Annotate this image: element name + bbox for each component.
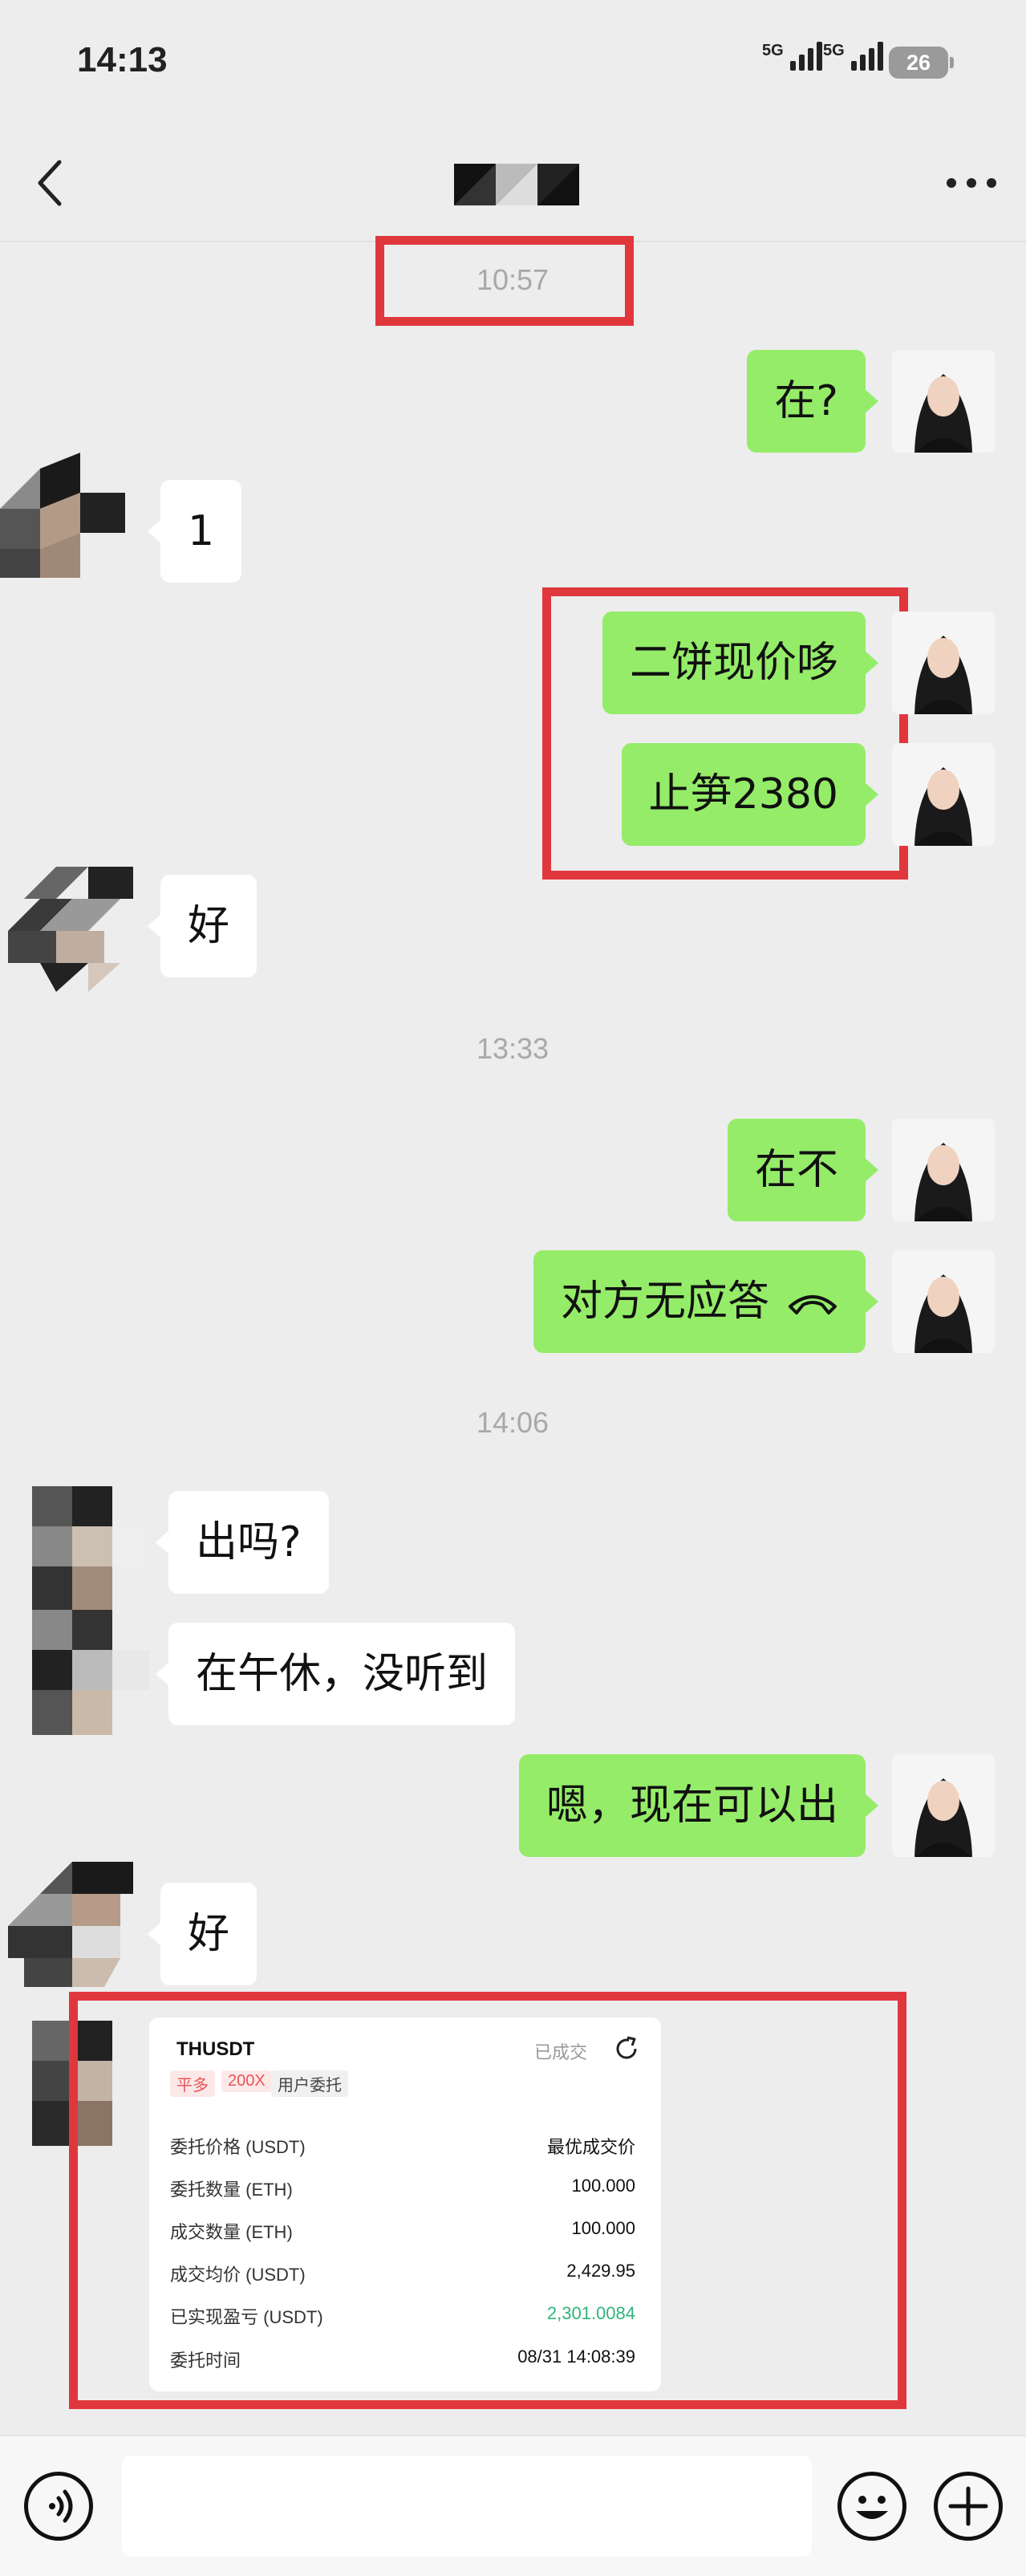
order-row-label: 成交均价 (USDT) (170, 2265, 306, 2285)
order-row-label: 委托价格 (USDT) (170, 2137, 306, 2157)
phone-hangup-icon (789, 1295, 837, 1314)
timestamp: 10:57 (476, 263, 549, 296)
avatar-me[interactable] (892, 743, 995, 846)
order-row-value: 2,301.0084 (546, 2303, 635, 2323)
order-row-value: 最优成交价 (546, 2137, 635, 2157)
order-row-value: 2,429.95 (566, 2261, 635, 2281)
order-row: 委托价格 (USDT) 最优成交价 (170, 2133, 635, 2159)
order-row-value: 100.000 (571, 2176, 635, 2196)
contact-avatar-mosaic[interactable] (454, 164, 579, 205)
order-row: 成交数量 (ETH) 100.000 (170, 2218, 635, 2244)
order-tag: 用户委托 (271, 2070, 348, 2097)
call-status-bubble[interactable]: 对方无应答 (533, 1250, 879, 1353)
order-tag: 平多 (170, 2070, 215, 2097)
status-time: 14:13 (77, 40, 168, 79)
message-bubble-received[interactable]: 在午休，没听到 (155, 1623, 516, 1725)
call-status-text: 对方无应答 (560, 1278, 769, 1326)
order-row-label: 成交数量 (ETH) (170, 2222, 293, 2242)
message-bubble-sent[interactable]: 嗯，现在可以出 (518, 1754, 879, 1857)
chevron-left-icon[interactable] (32, 157, 72, 209)
more-horizontal-icon[interactable] (947, 178, 996, 189)
battery-icon: 26 (889, 47, 954, 79)
avatar-me[interactable] (892, 1119, 995, 1221)
order-row-label: 委托数量 (ETH) (170, 2180, 293, 2200)
order-symbol: THUSDT (176, 2038, 255, 2060)
order-tag: 200X (221, 2070, 272, 2092)
signal-icon-1: 5G (762, 42, 822, 71)
timestamp: 14:06 (476, 1406, 549, 1439)
order-row: 成交均价 (USDT) 2,429.95 (170, 2261, 635, 2286)
avatar-other[interactable] (24, 1610, 149, 1735)
plus-icon (948, 2486, 988, 2526)
order-row-value: 100.000 (571, 2218, 635, 2238)
avatar-me[interactable] (892, 350, 995, 453)
signal-icon-2: 5G (823, 42, 883, 71)
avatar-me[interactable] (892, 1250, 995, 1353)
avatar-me[interactable] (892, 1754, 995, 1857)
emoji-button[interactable] (837, 2472, 906, 2541)
avatar-other[interactable] (8, 1862, 133, 1987)
order-row: 委托数量 (ETH) 100.000 (170, 2176, 635, 2201)
order-row-label: 已实现盈亏 (USDT) (170, 2307, 323, 2327)
order-row: 委托时间 08/31 14:08:39 (170, 2346, 635, 2372)
avatar-other[interactable] (24, 1486, 149, 1611)
message-bubble-sent[interactable]: 在? (747, 350, 878, 453)
message-bubble-received[interactable]: 1 (147, 480, 242, 583)
timestamp: 13:33 (476, 1032, 549, 1065)
message-bubble-received[interactable]: 好 (147, 875, 258, 977)
share-icon (616, 2036, 637, 2059)
message-bubble-received[interactable]: 出吗? (156, 1491, 329, 1594)
message-bubble-sent[interactable]: 止笋2380 (621, 743, 879, 846)
message-bubble-sent[interactable]: 在不 (727, 1119, 879, 1221)
order-row-value: 08/31 14:08:39 (517, 2346, 635, 2367)
emoji-icon (856, 2496, 888, 2519)
order-row-label: 委托时间 (170, 2350, 241, 2371)
voice-input-button[interactable] (24, 2472, 93, 2541)
order-status: 已成交 (534, 2042, 588, 2062)
message-bubble-received[interactable]: 好 (147, 1883, 258, 1985)
voice-icon (49, 2489, 73, 2523)
avatar-other[interactable] (8, 867, 133, 992)
order-row: 已实现盈亏 (USDT) 2,301.0084 (170, 2303, 635, 2329)
avatar-me[interactable] (892, 611, 995, 714)
message-input[interactable] (122, 2456, 812, 2557)
message-bubble-sent[interactable]: 二饼现价哆 (602, 611, 879, 714)
add-button[interactable] (934, 2472, 1003, 2541)
avatar-other[interactable] (0, 453, 125, 578)
order-screenshot-card[interactable]: THUSDT 已成交 平多 200X 用户委托 委托价格 (USDT) 最优成交… (149, 2017, 661, 2391)
